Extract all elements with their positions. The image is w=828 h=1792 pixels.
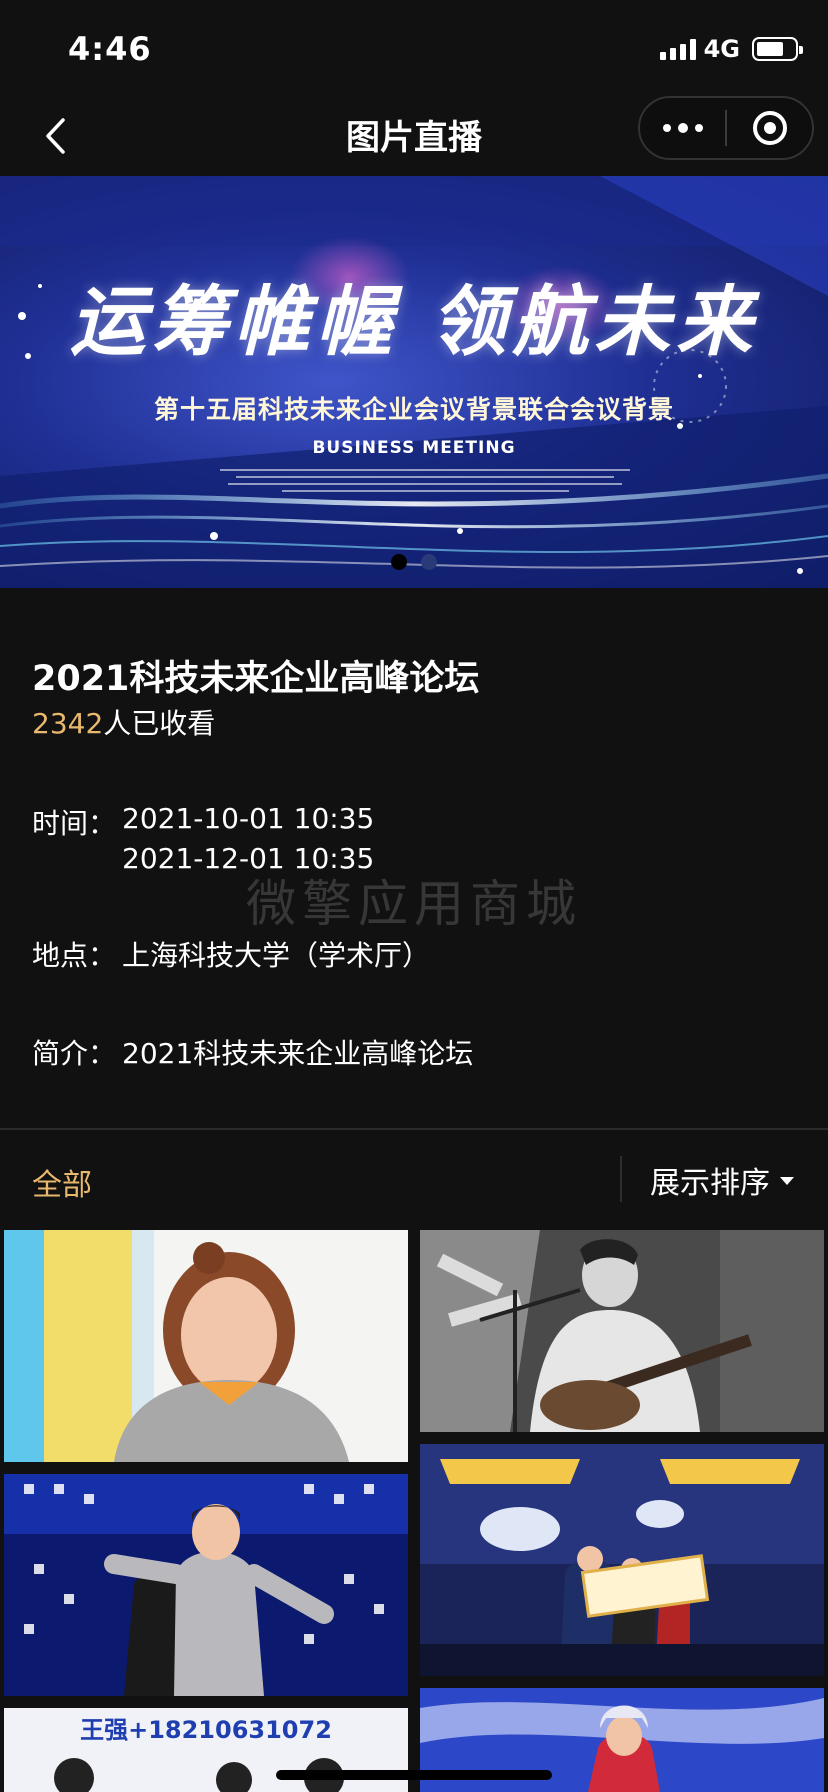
nav-bar: 图片直播 bbox=[0, 96, 828, 176]
home-indicator bbox=[276, 1770, 552, 1780]
photo-item[interactable] bbox=[4, 1474, 408, 1696]
event-place-row: 地点： 上海科技大学（学术厅） bbox=[32, 934, 430, 974]
photo-grid: 王强+18210631072 bbox=[0, 1230, 828, 1792]
banner-english: BUSINESS MEETING bbox=[312, 438, 516, 458]
status-bar: 4:46 4G bbox=[0, 0, 828, 96]
view-count-number: 2342 bbox=[32, 707, 104, 740]
photo-image bbox=[4, 1474, 408, 1696]
banner-carousel[interactable]: 运筹帷幄 领航未来 第十五届科技未来企业会议背景联合会议背景 BUSINESS … bbox=[0, 176, 828, 588]
carousel-indicator bbox=[0, 554, 828, 570]
view-count: 2342人已收看 bbox=[32, 702, 215, 742]
carousel-dot[interactable] bbox=[391, 554, 407, 570]
tab-all[interactable]: 全部 bbox=[32, 1160, 92, 1204]
status-time: 4:46 bbox=[68, 30, 152, 68]
time-start: 2021-10-01 10:35 bbox=[122, 802, 375, 835]
banner-background bbox=[0, 176, 828, 588]
sort-button[interactable]: 展示排序 bbox=[650, 1158, 794, 1202]
caret-down-icon bbox=[780, 1177, 794, 1185]
banner-headline: 运筹帷幄 领航未来 bbox=[69, 277, 759, 366]
signal-icon bbox=[659, 38, 696, 60]
event-time-row: 时间： 2021-10-01 10:35 bbox=[32, 802, 374, 842]
banner-subtitle: 第十五届科技未来企业会议背景联合会议背景 bbox=[153, 395, 674, 424]
battery-icon bbox=[752, 37, 803, 61]
intro-value: 2021科技未来企业高峰论坛 bbox=[122, 1037, 474, 1070]
photo-item[interactable] bbox=[420, 1230, 824, 1432]
photo-item[interactable] bbox=[420, 1444, 824, 1676]
close-miniprogram-button[interactable] bbox=[727, 98, 812, 158]
filter-bar: 全部 展示排序 bbox=[0, 1130, 828, 1230]
watermark: 微擎应用商城 bbox=[246, 875, 582, 933]
more-dots-icon bbox=[662, 124, 671, 132]
photo-item[interactable] bbox=[4, 1230, 408, 1462]
miniprogram-capsule bbox=[638, 96, 814, 160]
banner-fine-print bbox=[220, 469, 630, 499]
filter-divider bbox=[620, 1156, 622, 1202]
intro-label: 简介： bbox=[32, 1037, 117, 1070]
photo-image bbox=[420, 1444, 824, 1676]
status-indicators: 4G bbox=[659, 34, 803, 64]
carousel-dot[interactable] bbox=[421, 554, 437, 570]
photo-caption: 王强+18210631072 bbox=[80, 1716, 332, 1744]
more-button[interactable] bbox=[640, 98, 725, 158]
event-title: 2021科技未来企业高峰论坛 bbox=[32, 659, 480, 699]
network-type: 4G bbox=[703, 35, 740, 63]
place-label: 地点： bbox=[32, 939, 117, 972]
photo-image bbox=[4, 1230, 408, 1462]
place-value: 上海科技大学（学术厅） bbox=[122, 939, 431, 972]
sort-label: 展示排序 bbox=[650, 1166, 770, 1201]
target-icon bbox=[752, 111, 787, 145]
time-label: 时间： bbox=[32, 807, 117, 840]
photo-image bbox=[420, 1230, 824, 1432]
view-count-suffix: 人已收看 bbox=[103, 707, 216, 740]
event-intro-row: 简介： 2021科技未来企业高峰论坛 bbox=[32, 1032, 473, 1072]
event-info: 2021科技未来企业高峰论坛 2342人已收看 时间： 2021-10-01 1… bbox=[0, 588, 828, 1128]
